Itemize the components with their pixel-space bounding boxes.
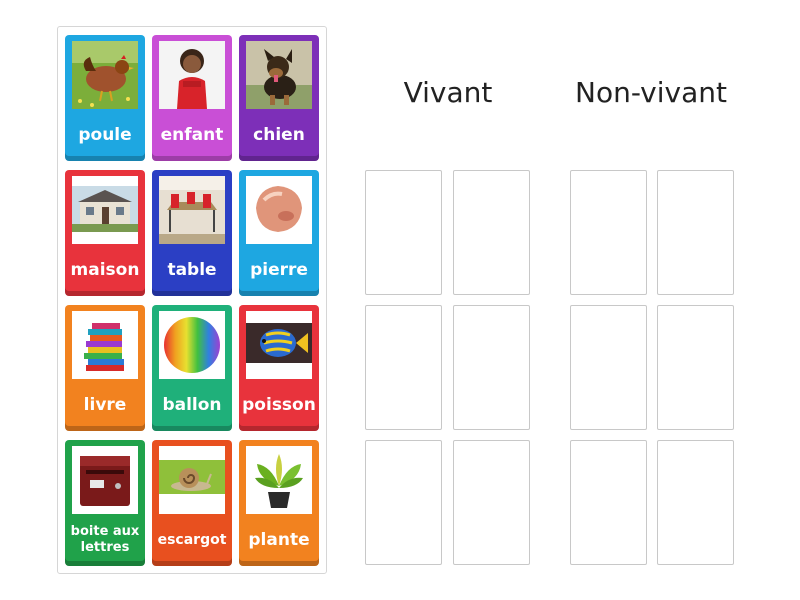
drop-slot-non-vivant[interactable] (570, 170, 647, 295)
column-title-non-vivant: Non-vivant (575, 76, 727, 109)
card-maison[interactable]: maison (65, 170, 145, 296)
card-label: table (167, 260, 217, 280)
drop-slot-vivant[interactable] (365, 440, 442, 565)
card-label: ballon (162, 395, 222, 415)
dog-photo-icon (246, 41, 312, 109)
child-photo-icon (159, 41, 225, 109)
fish-photo-icon (246, 311, 312, 379)
card-plante[interactable]: plante (239, 440, 319, 566)
drop-slot-non-vivant[interactable] (657, 305, 734, 430)
stone-photo-icon (246, 176, 312, 244)
card-label: poisson (242, 395, 316, 415)
card-chien[interactable]: chien (239, 35, 319, 161)
card-escargot[interactable]: escargot (152, 440, 232, 566)
drop-slot-vivant[interactable] (453, 170, 530, 295)
drop-slot-non-vivant[interactable] (657, 170, 734, 295)
card-label: escargot (157, 532, 227, 548)
card-livre[interactable]: livre (65, 305, 145, 431)
card-table[interactable]: table (152, 170, 232, 296)
card-pierre[interactable]: pierre (239, 170, 319, 296)
card-enfant[interactable]: enfant (152, 35, 232, 161)
ball-photo-icon (159, 311, 225, 379)
drop-slot-vivant[interactable] (453, 440, 530, 565)
drop-slot-vivant[interactable] (453, 305, 530, 430)
house-photo-icon (72, 176, 138, 244)
drop-slot-vivant[interactable] (365, 170, 442, 295)
drop-slot-non-vivant[interactable] (570, 305, 647, 430)
drop-slot-non-vivant[interactable] (657, 440, 734, 565)
card-boite-aux-lettres[interactable]: boite aux lettres (65, 440, 145, 566)
card-label: plante (248, 530, 310, 550)
table-photo-icon (159, 176, 225, 244)
drop-slot-non-vivant[interactable] (570, 440, 647, 565)
hen-photo-icon (72, 41, 138, 109)
mailbox-photo-icon (72, 446, 138, 514)
column-title-vivant: Vivant (403, 76, 493, 109)
card-label: boite aux lettres (70, 524, 140, 555)
card-label: enfant (160, 125, 224, 145)
card-poule[interactable]: poule (65, 35, 145, 161)
books-photo-icon (72, 311, 138, 379)
card-label: poule (78, 125, 132, 145)
card-label: chien (253, 125, 305, 145)
snail-photo-icon (159, 446, 225, 514)
plant-photo-icon (246, 446, 312, 514)
card-label: pierre (250, 260, 308, 280)
card-label: livre (83, 395, 127, 415)
drop-slot-vivant[interactable] (365, 305, 442, 430)
card-label: maison (70, 260, 140, 280)
card-poisson[interactable]: poisson (239, 305, 319, 431)
card-ballon[interactable]: ballon (152, 305, 232, 431)
